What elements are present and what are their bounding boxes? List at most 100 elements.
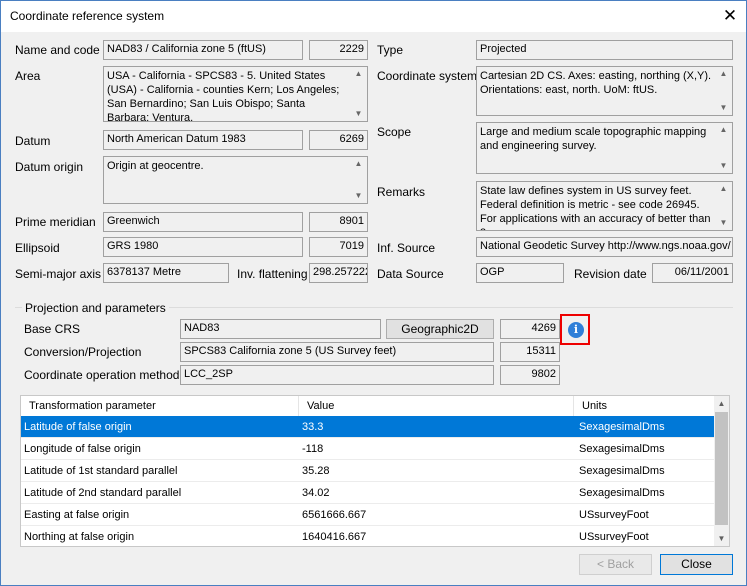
cell-value: 6561666.667	[302, 509, 367, 521]
cs-label: Coordinate system	[377, 69, 478, 83]
base-crs-label: Base CRS	[24, 322, 81, 336]
close-icon[interactable]: ✕	[719, 5, 741, 27]
name-code-field[interactable]: 2229	[309, 40, 368, 60]
ellipsoid-field[interactable]: GRS 1980	[103, 237, 303, 257]
table-header: Transformation parameter Value Units	[21, 396, 714, 417]
table-row[interactable]: Longitude of false origin -118 Sexagesim…	[21, 438, 714, 460]
cell-parameter: Easting at false origin	[24, 509, 130, 521]
cell-parameter: Latitude of 2nd standard parallel	[24, 487, 182, 499]
table-row[interactable]: Latitude of 2nd standard parallel 34.02 …	[21, 482, 714, 504]
cell-parameter: Longitude of false origin	[24, 443, 141, 455]
scope-field[interactable]: Large and medium scale topographic mappi…	[476, 122, 733, 174]
inv-flattening-field[interactable]: 298.257222	[309, 263, 368, 283]
cell-units: SexagesimalDms	[579, 443, 665, 455]
data-source-field[interactable]: OGP	[476, 263, 564, 283]
geographic2d-button[interactable]: Geographic2D	[386, 319, 494, 339]
datum-origin-scrollbar[interactable]: ▲ ▼	[351, 158, 366, 202]
cell-parameter: Latitude of 1st standard parallel	[24, 465, 178, 477]
table-row[interactable]: Easting at false origin 6561666.667 USsu…	[21, 504, 714, 526]
title-bar: Coordinate reference system ✕	[1, 1, 746, 32]
prime-meridian-code-field[interactable]: 8901	[309, 212, 368, 232]
cell-parameter: Northing at false origin	[24, 531, 135, 543]
inv-flattening-label: Inv. flattening	[237, 267, 308, 281]
header-value[interactable]: Value	[299, 396, 574, 416]
scroll-up-icon[interactable]: ▲	[351, 68, 366, 80]
ellipsoid-code-field[interactable]: 7019	[309, 237, 368, 257]
cs-scrollbar[interactable]: ▲ ▼	[716, 68, 731, 114]
conversion-code-field[interactable]: 15311	[500, 342, 560, 362]
data-source-label: Data Source	[377, 267, 444, 281]
back-button[interactable]: < Back	[579, 554, 652, 575]
area-scrollbar[interactable]: ▲ ▼	[351, 68, 366, 120]
cell-value: 34.02	[302, 487, 330, 499]
remarks-field[interactable]: State law defines system in US survey fe…	[476, 181, 733, 231]
header-parameter[interactable]: Transformation parameter	[21, 396, 299, 416]
prime-meridian-label: Prime meridian	[15, 215, 96, 229]
datum-origin-field[interactable]: Origin at geocentre. ▲ ▼	[103, 156, 368, 204]
semi-major-label: Semi-major axis	[15, 267, 102, 281]
scroll-up-icon[interactable]: ▲	[716, 183, 731, 195]
close-button[interactable]: Close	[660, 554, 733, 575]
area-text: USA - California - SPCS83 - 5. United St…	[107, 70, 340, 122]
revision-field[interactable]: 06/11/2001	[652, 263, 733, 283]
name-label: Name and code	[15, 43, 100, 57]
scroll-up-icon[interactable]: ▲	[716, 68, 731, 80]
datum-code-field[interactable]: 6269	[309, 130, 368, 150]
info-button[interactable]: i	[560, 314, 590, 345]
remarks-text: State law defines system in US survey fe…	[480, 185, 711, 230]
scroll-up-icon[interactable]: ▲	[351, 158, 366, 170]
datum-label: Datum	[15, 134, 51, 148]
table-row[interactable]: Northing at false origin 1640416.667 USs…	[21, 526, 714, 546]
base-crs-field[interactable]: NAD83	[180, 319, 381, 339]
scroll-down-icon[interactable]: ▼	[351, 108, 366, 120]
datum-origin-text: Origin at geocentre.	[107, 160, 204, 172]
scroll-down-icon[interactable]: ▼	[714, 531, 729, 546]
header-units[interactable]: Units	[574, 396, 714, 416]
remarks-scrollbar[interactable]: ▲ ▼	[716, 183, 731, 229]
revision-label: Revision date	[574, 267, 647, 281]
window-title: Coordinate reference system	[10, 9, 165, 23]
datum-field[interactable]: North American Datum 1983	[103, 130, 303, 150]
cell-units: USsurveyFoot	[579, 509, 649, 521]
scope-label: Scope	[377, 125, 412, 139]
datum-origin-label: Datum origin	[15, 160, 84, 174]
area-field[interactable]: USA - California - SPCS83 - 5. United St…	[103, 66, 368, 122]
method-label: Coordinate operation method	[24, 368, 180, 382]
base-crs-code-field[interactable]: 4269	[500, 319, 560, 339]
scope-scrollbar[interactable]: ▲ ▼	[716, 124, 731, 172]
scroll-down-icon[interactable]: ▼	[716, 217, 731, 229]
projection-group-title: Projection and parameters	[22, 301, 169, 315]
conversion-label: Conversion/Projection	[24, 345, 142, 359]
scroll-up-icon[interactable]: ▲	[714, 396, 729, 411]
scroll-thumb[interactable]	[715, 412, 728, 525]
prime-meridian-field[interactable]: Greenwich	[103, 212, 303, 232]
table-row[interactable]: Latitude of 1st standard parallel 35.28 …	[21, 460, 714, 482]
cell-value: -118	[302, 443, 324, 455]
table-row[interactable]: Latitude of false origin 33.3 Sexagesima…	[21, 416, 714, 438]
cell-value: 33.3	[302, 421, 324, 433]
type-field[interactable]: Projected	[476, 40, 733, 60]
inf-source-field[interactable]: National Geodetic Survey http://www.ngs.…	[476, 237, 733, 257]
area-label: Area	[15, 69, 41, 83]
cs-text: Cartesian 2D CS. Axes: easting, northing…	[480, 70, 712, 96]
table-scrollbar[interactable]: ▲ ▼	[714, 396, 729, 546]
remarks-label: Remarks	[377, 185, 426, 199]
conversion-field[interactable]: SPCS83 California zone 5 (US Survey feet…	[180, 342, 494, 362]
name-field[interactable]: NAD83 / California zone 5 (ftUS)	[103, 40, 303, 60]
cs-field[interactable]: Cartesian 2D CS. Axes: easting, northing…	[476, 66, 733, 116]
info-icon[interactable]: i	[568, 322, 584, 338]
cell-value: 1640416.667	[302, 531, 367, 543]
semi-major-field[interactable]: 6378137 Metre	[103, 263, 229, 283]
scroll-down-icon[interactable]: ▼	[716, 160, 731, 172]
scroll-up-icon[interactable]: ▲	[716, 124, 731, 136]
method-code-field[interactable]: 9802	[500, 365, 560, 385]
type-label: Type	[377, 43, 404, 57]
scroll-down-icon[interactable]: ▼	[351, 190, 366, 202]
method-field[interactable]: LCC_2SP	[180, 365, 494, 385]
cell-units: SexagesimalDms	[579, 421, 665, 433]
scroll-down-icon[interactable]: ▼	[716, 102, 731, 114]
cell-value: 35.28	[302, 465, 330, 477]
inf-source-label: Inf. Source	[377, 241, 436, 255]
cell-units: USsurveyFoot	[579, 531, 649, 543]
cell-units: SexagesimalDms	[579, 487, 665, 499]
